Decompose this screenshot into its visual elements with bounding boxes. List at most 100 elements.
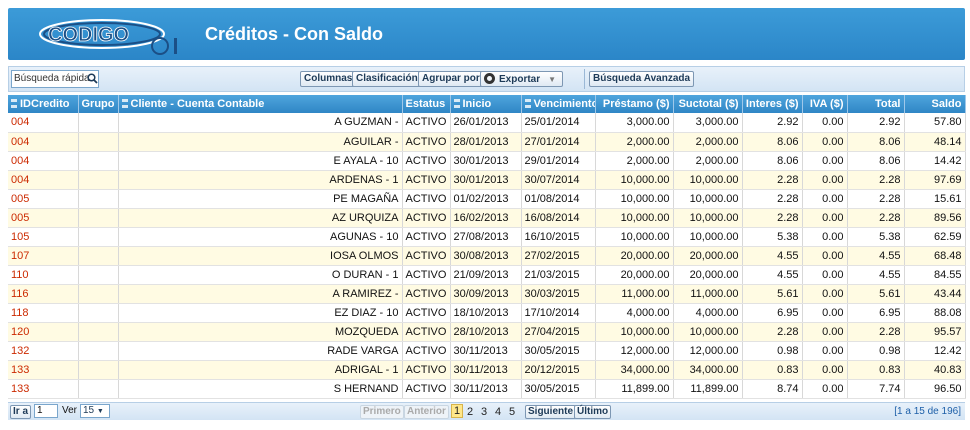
page-link-5[interactable]: 5	[509, 406, 515, 418]
col-header-saldo[interactable]: Saldo	[904, 95, 966, 113]
page-link-4[interactable]: 4	[495, 406, 501, 418]
cell-prestamo: 20,000.00	[595, 246, 674, 266]
col-header-subtotal[interactable]: Suctotal ($)	[673, 95, 743, 113]
search-icon[interactable]	[87, 73, 98, 84]
page-link-1[interactable]: 1	[451, 404, 464, 418]
cell-vencimiento: 29/01/2014	[521, 151, 596, 171]
table-row[interactable]: 105 AGUNAS - 10 ACTIVO 27/08/2013 16/10/2015…	[8, 227, 966, 247]
page-size-select[interactable]: 15 ▼	[80, 404, 110, 418]
cell-interes: 2.28	[742, 170, 803, 190]
table-row[interactable]: 004 A GUZMAN - ACTIVO 26/01/2013 25/01/2014 3…	[8, 113, 966, 133]
cell-inicio: 30/01/2013	[450, 151, 522, 171]
cell-saldo: 15.61	[904, 189, 966, 209]
cell-prestamo: 11,000.00	[595, 284, 674, 304]
cell-inicio: 26/01/2013	[450, 113, 522, 133]
cell-idcredito: 120	[8, 322, 79, 342]
cell-grupo	[78, 227, 119, 247]
cell-grupo	[78, 265, 119, 285]
cell-vencimiento: 27/01/2014	[521, 132, 596, 152]
table-row[interactable]: 005 AZ URQUIZA ACTIVO 16/02/2013 16/08/2014 1…	[8, 208, 966, 228]
cell-total: 0.98	[847, 341, 905, 361]
cell-prestamo: 11,899.00	[595, 379, 674, 399]
cell-subtotal: 20,000.00	[673, 265, 743, 285]
cell-total: 4.55	[847, 265, 905, 285]
col-header-cliente[interactable]: Cliente - Cuenta Contable	[118, 95, 403, 113]
cell-cliente: IOSA OLMOS	[118, 246, 403, 266]
cell-estatus: ACTIVO	[402, 360, 451, 380]
export-button[interactable]: Exportar ▼	[480, 71, 563, 87]
col-header-prestamo[interactable]: Préstamo ($)	[595, 95, 674, 113]
col-header-vencimiento[interactable]: Vencimiento	[521, 95, 596, 113]
table-row[interactable]: 005 PE MAGAÑA ACTIVO 01/02/2013 01/08/2014 10…	[8, 189, 966, 209]
cell-vencimiento: 27/04/2015	[521, 322, 596, 342]
page-link-3[interactable]: 3	[481, 406, 487, 418]
cell-total: 5.38	[847, 227, 905, 247]
cell-grupo	[78, 151, 119, 171]
col-header-inicio[interactable]: Inicio	[450, 95, 522, 113]
goto-button[interactable]: Ir a	[10, 405, 32, 419]
cell-inicio: 28/10/2013	[450, 322, 522, 342]
cell-subtotal: 10,000.00	[673, 189, 743, 209]
cell-inicio: 30/11/2013	[450, 379, 522, 399]
cell-idcredito: 132	[8, 341, 79, 361]
cell-vencimiento: 20/12/2015	[521, 360, 596, 380]
table-row[interactable]: 120 MOZQUEDA ACTIVO 28/10/2013 27/04/2015 10,…	[8, 322, 966, 342]
col-header-interes[interactable]: Interes ($)	[742, 95, 803, 113]
table-header-row: IDCredito Grupo Cliente - Cuenta Contabl…	[8, 95, 966, 113]
cell-vencimiento: 16/08/2014	[521, 208, 596, 228]
table-row[interactable]: 133 S HERNAND ACTIVO 30/11/2013 30/05/2015 11…	[8, 379, 966, 399]
cell-interes: 8.06	[742, 151, 803, 171]
goto-page-input[interactable]: 1	[34, 404, 58, 418]
col-header-idcredito[interactable]: IDCredito	[8, 95, 79, 113]
first-page-button[interactable]: Primero	[360, 405, 404, 419]
cell-total: 7.74	[847, 379, 905, 399]
advanced-search-button[interactable]: Búsqueda Avanzada	[589, 71, 695, 87]
table-row[interactable]: 116 A RAMIREZ - ACTIVO 30/09/2013 30/03/2015…	[8, 284, 966, 304]
columns-button[interactable]: Columnas	[300, 71, 357, 87]
cell-vencimiento: 25/01/2014	[521, 113, 596, 133]
cell-idcredito: 133	[8, 360, 79, 380]
table-body: 004 A GUZMAN - ACTIVO 26/01/2013 25/01/2014 3…	[8, 113, 966, 399]
cell-prestamo: 2,000.00	[595, 132, 674, 152]
cell-saldo: 68.48	[904, 246, 966, 266]
cell-grupo	[78, 132, 119, 152]
table-row[interactable]: 118 EZ DIAZ - 10 ACTIVO 18/10/2013 17/10/201…	[8, 303, 966, 323]
cell-subtotal: 34,000.00	[673, 360, 743, 380]
table-row[interactable]: 110 O DURAN - 1 ACTIVO 21/09/2013 21/03/2015…	[8, 265, 966, 285]
pagination-bar: Ir a 1 Ver 15 ▼ Primero Anterior 1 2 3 4…	[8, 402, 965, 420]
col-header-iva[interactable]: IVA ($)	[802, 95, 848, 113]
cell-total: 4.55	[847, 246, 905, 266]
prev-page-button[interactable]: Anterior	[404, 405, 449, 419]
cell-iva: 0.00	[802, 189, 848, 209]
next-page-button[interactable]: Siguiente	[525, 405, 577, 419]
cell-saldo: 95.57	[904, 322, 966, 342]
last-page-button[interactable]: Último	[574, 405, 612, 419]
cell-prestamo: 2,000.00	[595, 151, 674, 171]
table-row[interactable]: 004 ARDENAS - 1 ACTIVO 30/01/2013 30/07/2014…	[8, 170, 966, 190]
table-row[interactable]: 004 E AYALA - 10 ACTIVO 30/01/2013 29/01/201…	[8, 151, 966, 171]
cell-estatus: ACTIVO	[402, 170, 451, 190]
cell-idcredito: 004	[8, 170, 79, 190]
search-input[interactable]: Búsqueda rápida	[11, 70, 99, 88]
sort-button[interactable]: Clasificación	[352, 71, 422, 87]
app-header: CODIGO Créditos - Con Saldo	[8, 8, 965, 60]
cell-subtotal: 2,000.00	[673, 151, 743, 171]
cell-cliente: A GUZMAN -	[118, 113, 403, 133]
table-row[interactable]: 133 ADRIGAL - 1 ACTIVO 30/11/2013 20/12/2015…	[8, 360, 966, 380]
cell-iva: 0.00	[802, 246, 848, 266]
cell-interes: 0.98	[742, 341, 803, 361]
cell-total: 2.28	[847, 189, 905, 209]
page-link-2[interactable]: 2	[467, 406, 473, 418]
col-header-estatus[interactable]: Estatus	[402, 95, 451, 113]
col-header-total[interactable]: Total	[847, 95, 905, 113]
table-row[interactable]: 132 RADE VARGA ACTIVO 30/11/2013 30/05/2015 1…	[8, 341, 966, 361]
cell-inicio: 27/08/2013	[450, 227, 522, 247]
table-row[interactable]: 004 AGUILAR - ACTIVO 28/01/2013 27/01/2014 2,…	[8, 132, 966, 152]
col-header-grupo[interactable]: Grupo	[78, 95, 119, 113]
cell-grupo	[78, 113, 119, 133]
toolbar: Búsqueda rápida Columnas Clasificación A…	[8, 66, 965, 92]
group-by-button[interactable]: Agrupar por	[418, 71, 484, 87]
table-row[interactable]: 107 IOSA OLMOS ACTIVO 30/08/2013 27/02/2015 2…	[8, 246, 966, 266]
cell-prestamo: 34,000.00	[595, 360, 674, 380]
cell-grupo	[78, 284, 119, 304]
